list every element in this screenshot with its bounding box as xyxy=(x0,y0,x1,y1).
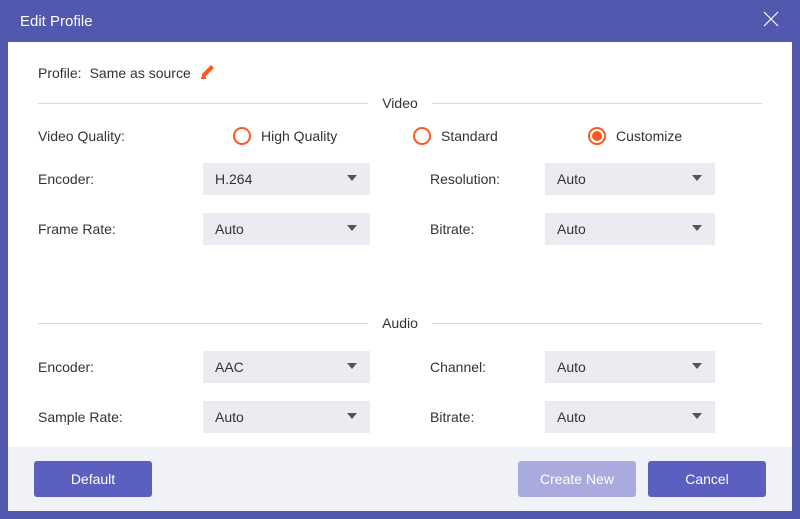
radio-label: Standard xyxy=(441,128,498,144)
footer-bar: Default Create New Cancel xyxy=(8,447,792,511)
radio-standard[interactable]: Standard xyxy=(413,127,588,145)
cancel-button[interactable]: Cancel xyxy=(648,461,766,497)
chevron-down-icon xyxy=(346,171,358,187)
video-fields-grid: Encoder: H.264 Resolution: Auto Frame Ra… xyxy=(38,163,762,245)
video-resolution-field: Resolution: Auto xyxy=(430,163,762,195)
field-label: Frame Rate: xyxy=(38,221,203,237)
radio-label: High Quality xyxy=(261,128,337,144)
video-encoder-field: Encoder: H.264 xyxy=(38,163,370,195)
field-label: Encoder: xyxy=(38,171,203,187)
chevron-down-icon xyxy=(346,221,358,237)
default-button[interactable]: Default xyxy=(34,461,152,497)
audio-channel-dropdown[interactable]: Auto xyxy=(545,351,715,383)
dropdown-value: Auto xyxy=(215,409,244,425)
section-gap xyxy=(8,245,792,309)
audio-bitrate-dropdown[interactable]: Auto xyxy=(545,401,715,433)
divider-line xyxy=(432,103,762,104)
video-resolution-dropdown[interactable]: Auto xyxy=(545,163,715,195)
dropdown-value: Auto xyxy=(557,359,586,375)
audio-channel-field: Channel: Auto xyxy=(430,351,762,383)
video-bitrate-dropdown[interactable]: Auto xyxy=(545,213,715,245)
divider-line xyxy=(38,323,368,324)
video-framerate-field: Frame Rate: Auto xyxy=(38,213,370,245)
close-icon[interactable] xyxy=(762,10,780,32)
dropdown-value: Auto xyxy=(557,409,586,425)
chevron-down-icon xyxy=(691,409,703,425)
chevron-down-icon xyxy=(691,171,703,187)
video-section: Video Quality: High Quality Standard Cus… xyxy=(8,117,792,245)
audio-bitrate-field: Bitrate: Auto xyxy=(430,401,762,433)
radio-high-quality[interactable]: High Quality xyxy=(233,127,413,145)
divider-line xyxy=(432,323,762,324)
field-label: Resolution: xyxy=(430,171,545,187)
dropdown-value: Auto xyxy=(557,221,586,237)
profile-row: Profile: Same as source xyxy=(8,42,792,89)
audio-fields-grid: Encoder: AAC Channel: Auto Sample Rate: … xyxy=(38,351,762,433)
audio-divider: Audio xyxy=(38,315,762,331)
divider-line xyxy=(38,103,368,104)
video-quality-radio-group: High Quality Standard Customize xyxy=(233,127,762,145)
radio-icon xyxy=(233,127,251,145)
title-bar: Edit Profile xyxy=(0,0,800,42)
edit-icon[interactable] xyxy=(199,62,217,83)
video-encoder-dropdown[interactable]: H.264 xyxy=(203,163,370,195)
radio-dot-icon xyxy=(592,131,602,141)
dropdown-value: AAC xyxy=(215,359,244,375)
chevron-down-icon xyxy=(346,359,358,375)
audio-section-title: Audio xyxy=(368,315,432,331)
audio-encoder-dropdown[interactable]: AAC xyxy=(203,351,370,383)
chevron-down-icon xyxy=(691,359,703,375)
profile-label: Profile: xyxy=(38,65,82,81)
content-panel: Profile: Same as source Video Video Qual… xyxy=(8,42,792,511)
video-framerate-dropdown[interactable]: Auto xyxy=(203,213,370,245)
field-label: Bitrate: xyxy=(430,221,545,237)
audio-samplerate-dropdown[interactable]: Auto xyxy=(203,401,370,433)
dropdown-value: Auto xyxy=(557,171,586,187)
field-label: Sample Rate: xyxy=(38,409,203,425)
video-divider: Video xyxy=(38,95,762,111)
field-label: Bitrate: xyxy=(430,409,545,425)
dropdown-value: H.264 xyxy=(215,171,252,187)
video-bitrate-field: Bitrate: Auto xyxy=(430,213,762,245)
field-label: Encoder: xyxy=(38,359,203,375)
audio-samplerate-field: Sample Rate: Auto xyxy=(38,401,370,433)
radio-icon xyxy=(413,127,431,145)
video-section-title: Video xyxy=(368,95,432,111)
radio-customize[interactable]: Customize xyxy=(588,127,738,145)
radio-label: Customize xyxy=(616,128,682,144)
create-new-button[interactable]: Create New xyxy=(518,461,636,497)
radio-icon xyxy=(588,127,606,145)
window-title: Edit Profile xyxy=(20,13,93,30)
dropdown-value: Auto xyxy=(215,221,244,237)
chevron-down-icon xyxy=(691,221,703,237)
audio-section: Encoder: AAC Channel: Auto Sample Rate: … xyxy=(8,337,792,433)
chevron-down-icon xyxy=(346,409,358,425)
video-quality-row: Video Quality: High Quality Standard Cus… xyxy=(38,127,762,145)
field-label: Channel: xyxy=(430,359,545,375)
audio-encoder-field: Encoder: AAC xyxy=(38,351,370,383)
profile-value: Same as source xyxy=(90,65,191,81)
video-quality-label: Video Quality: xyxy=(38,128,203,144)
